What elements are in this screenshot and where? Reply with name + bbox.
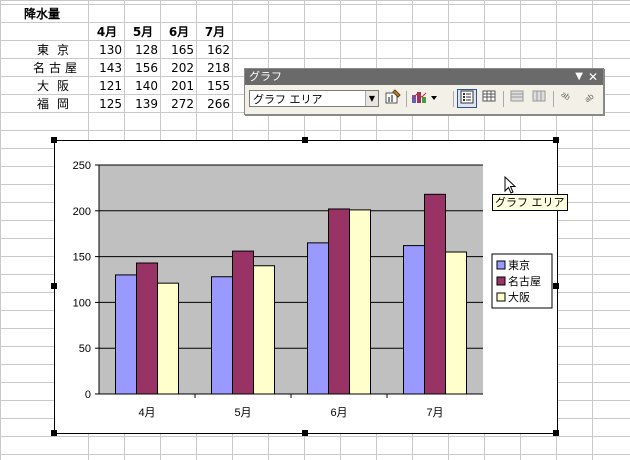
value-cell[interactable]: 201 <box>162 77 194 95</box>
resize-handle[interactable] <box>553 137 559 143</box>
bar <box>232 250 254 395</box>
chart-toolbar-titlebar[interactable]: グラフ ▼ ✕ <box>245 69 603 85</box>
value-cell[interactable]: 156 <box>126 59 158 77</box>
format-chart-area-button[interactable] <box>383 89 403 108</box>
x-tick-label: 7月 <box>426 407 443 419</box>
value-cell[interactable]: 143 <box>90 59 122 77</box>
resize-handle[interactable] <box>302 430 308 436</box>
value-cell[interactable]: 218 <box>198 59 230 77</box>
y-tick-label: 200 <box>73 206 91 218</box>
mouse-cursor-icon <box>504 176 517 194</box>
value-cell[interactable]: 266 <box>198 95 230 113</box>
sheet-title-cell[interactable]: 降水量 <box>24 5 60 23</box>
legend-label: 大阪 <box>508 290 530 304</box>
city-cell[interactable]: 福岡 <box>26 95 88 113</box>
city-cell[interactable]: 東京 <box>26 41 88 59</box>
resize-handle[interactable] <box>51 137 57 143</box>
month-header-cell[interactable]: 5月 <box>126 23 160 41</box>
by-row-button[interactable] <box>507 89 527 108</box>
legend-swatch <box>496 292 506 302</box>
y-tick-label: 50 <box>79 343 91 355</box>
by-column-button[interactable] <box>529 89 549 108</box>
resize-handle[interactable] <box>51 283 57 289</box>
month-header-cell[interactable]: 4月 <box>90 23 124 41</box>
value-cell[interactable]: 130 <box>90 41 122 59</box>
value-cell[interactable]: 155 <box>198 77 230 95</box>
chart-object-select[interactable]: グラフ エリア ▼ <box>249 90 379 107</box>
y-tick-label: 250 <box>73 160 91 172</box>
angle-text-downward-button[interactable]: ab <box>557 89 577 108</box>
x-tick-label: 6月 <box>330 407 347 419</box>
legend-swatch <box>496 276 506 286</box>
city-cell[interactable]: 名古屋 <box>26 59 88 77</box>
y-tick-label: 150 <box>73 252 91 264</box>
format-chart-area-icon <box>385 89 401 104</box>
close-icon[interactable]: ✕ <box>588 69 598 85</box>
value-cell[interactable]: 125 <box>90 95 122 113</box>
value-cell[interactable]: 272 <box>162 95 194 113</box>
bar <box>328 208 350 395</box>
chart-type-icon <box>411 92 437 103</box>
bar <box>136 262 158 395</box>
legend-label: 東京 <box>508 258 530 272</box>
chevron-down-icon[interactable]: ▼ <box>365 91 378 106</box>
value-cell[interactable]: 162 <box>198 41 230 59</box>
month-header-cell[interactable]: 7月 <box>198 23 232 41</box>
resize-handle[interactable] <box>553 430 559 436</box>
bar <box>253 265 275 395</box>
angle-text-downward-icon: ab <box>559 90 572 103</box>
month-header-cell[interactable]: 6月 <box>162 23 196 41</box>
chart-toolbar-title: グラフ <box>249 70 282 83</box>
value-cell[interactable]: 128 <box>126 41 158 59</box>
svg-text:ab: ab <box>560 90 572 103</box>
y-tick-label: 100 <box>73 297 91 309</box>
by-column-icon <box>532 90 546 102</box>
resize-handle[interactable] <box>51 430 57 436</box>
angle-text-upward-icon: ab <box>583 91 596 104</box>
data-table-icon <box>482 90 496 102</box>
svg-text:ab: ab <box>583 91 596 103</box>
bar <box>403 245 425 395</box>
column-chart: 0 50 100 150 200 250 4月 5月 6月 7月 東京名古屋大阪 <box>73 160 553 419</box>
value-cell[interactable]: 139 <box>126 95 158 113</box>
legend-swatch <box>496 260 506 270</box>
toolbar-options-icon[interactable]: ▼ <box>575 69 583 85</box>
y-tick-label: 0 <box>85 389 91 401</box>
by-row-icon <box>510 90 524 102</box>
chart-object-select-value: グラフ エリア <box>253 93 323 106</box>
legend-button[interactable] <box>457 89 477 108</box>
value-cell[interactable]: 165 <box>162 41 194 59</box>
tooltip: グラフ エリア <box>492 194 568 211</box>
angle-text-upward-button[interactable]: ab <box>579 89 599 108</box>
resize-handle[interactable] <box>553 283 559 289</box>
x-tick-label: 4月 <box>138 407 155 419</box>
bar <box>157 282 179 395</box>
value-cell[interactable]: 121 <box>90 77 122 95</box>
chart-area[interactable]: 0 50 100 150 200 250 4月 5月 6月 7月 東京名古屋大阪 <box>54 140 558 434</box>
bar <box>115 274 137 395</box>
bar <box>424 193 446 395</box>
bar <box>349 209 371 395</box>
value-cell[interactable]: 140 <box>126 77 158 95</box>
value-cell[interactable]: 202 <box>162 59 194 77</box>
legend-label: 名古屋 <box>508 274 541 288</box>
bar <box>307 242 329 395</box>
chart-toolbar: グラフ ▼ ✕ グラフ エリア ▼ ab ab <box>244 68 604 115</box>
resize-handle[interactable] <box>302 137 308 143</box>
city-cell[interactable]: 大阪 <box>26 77 88 95</box>
bar <box>445 251 467 395</box>
bar <box>211 276 233 395</box>
chart-type-button[interactable] <box>410 89 440 108</box>
legend-icon <box>460 90 474 104</box>
x-tick-label: 5月 <box>234 407 251 419</box>
data-table-button[interactable] <box>479 89 499 108</box>
